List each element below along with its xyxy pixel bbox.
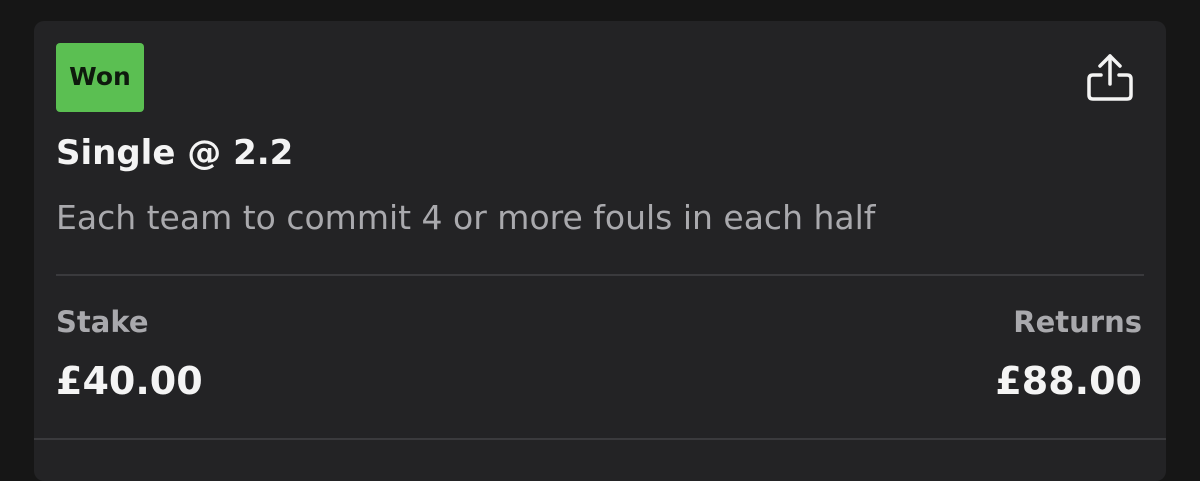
share-button[interactable] — [1080, 51, 1140, 105]
bet-title: Single @ 2.2 — [56, 133, 294, 173]
divider — [34, 438, 1166, 440]
stake-value: £40.00 — [56, 359, 203, 403]
returns-value: £88.00 — [995, 359, 1142, 403]
divider — [56, 274, 1144, 276]
share-icon — [1087, 54, 1133, 101]
bet-description: Each team to commit 4 or more fouls in e… — [56, 198, 876, 237]
bet-card: Won Single @ 2.2 Each team to commit 4 o… — [34, 21, 1166, 481]
stake-label: Stake — [56, 305, 149, 339]
status-badge: Won — [56, 43, 144, 112]
returns-label: Returns — [1013, 305, 1142, 339]
